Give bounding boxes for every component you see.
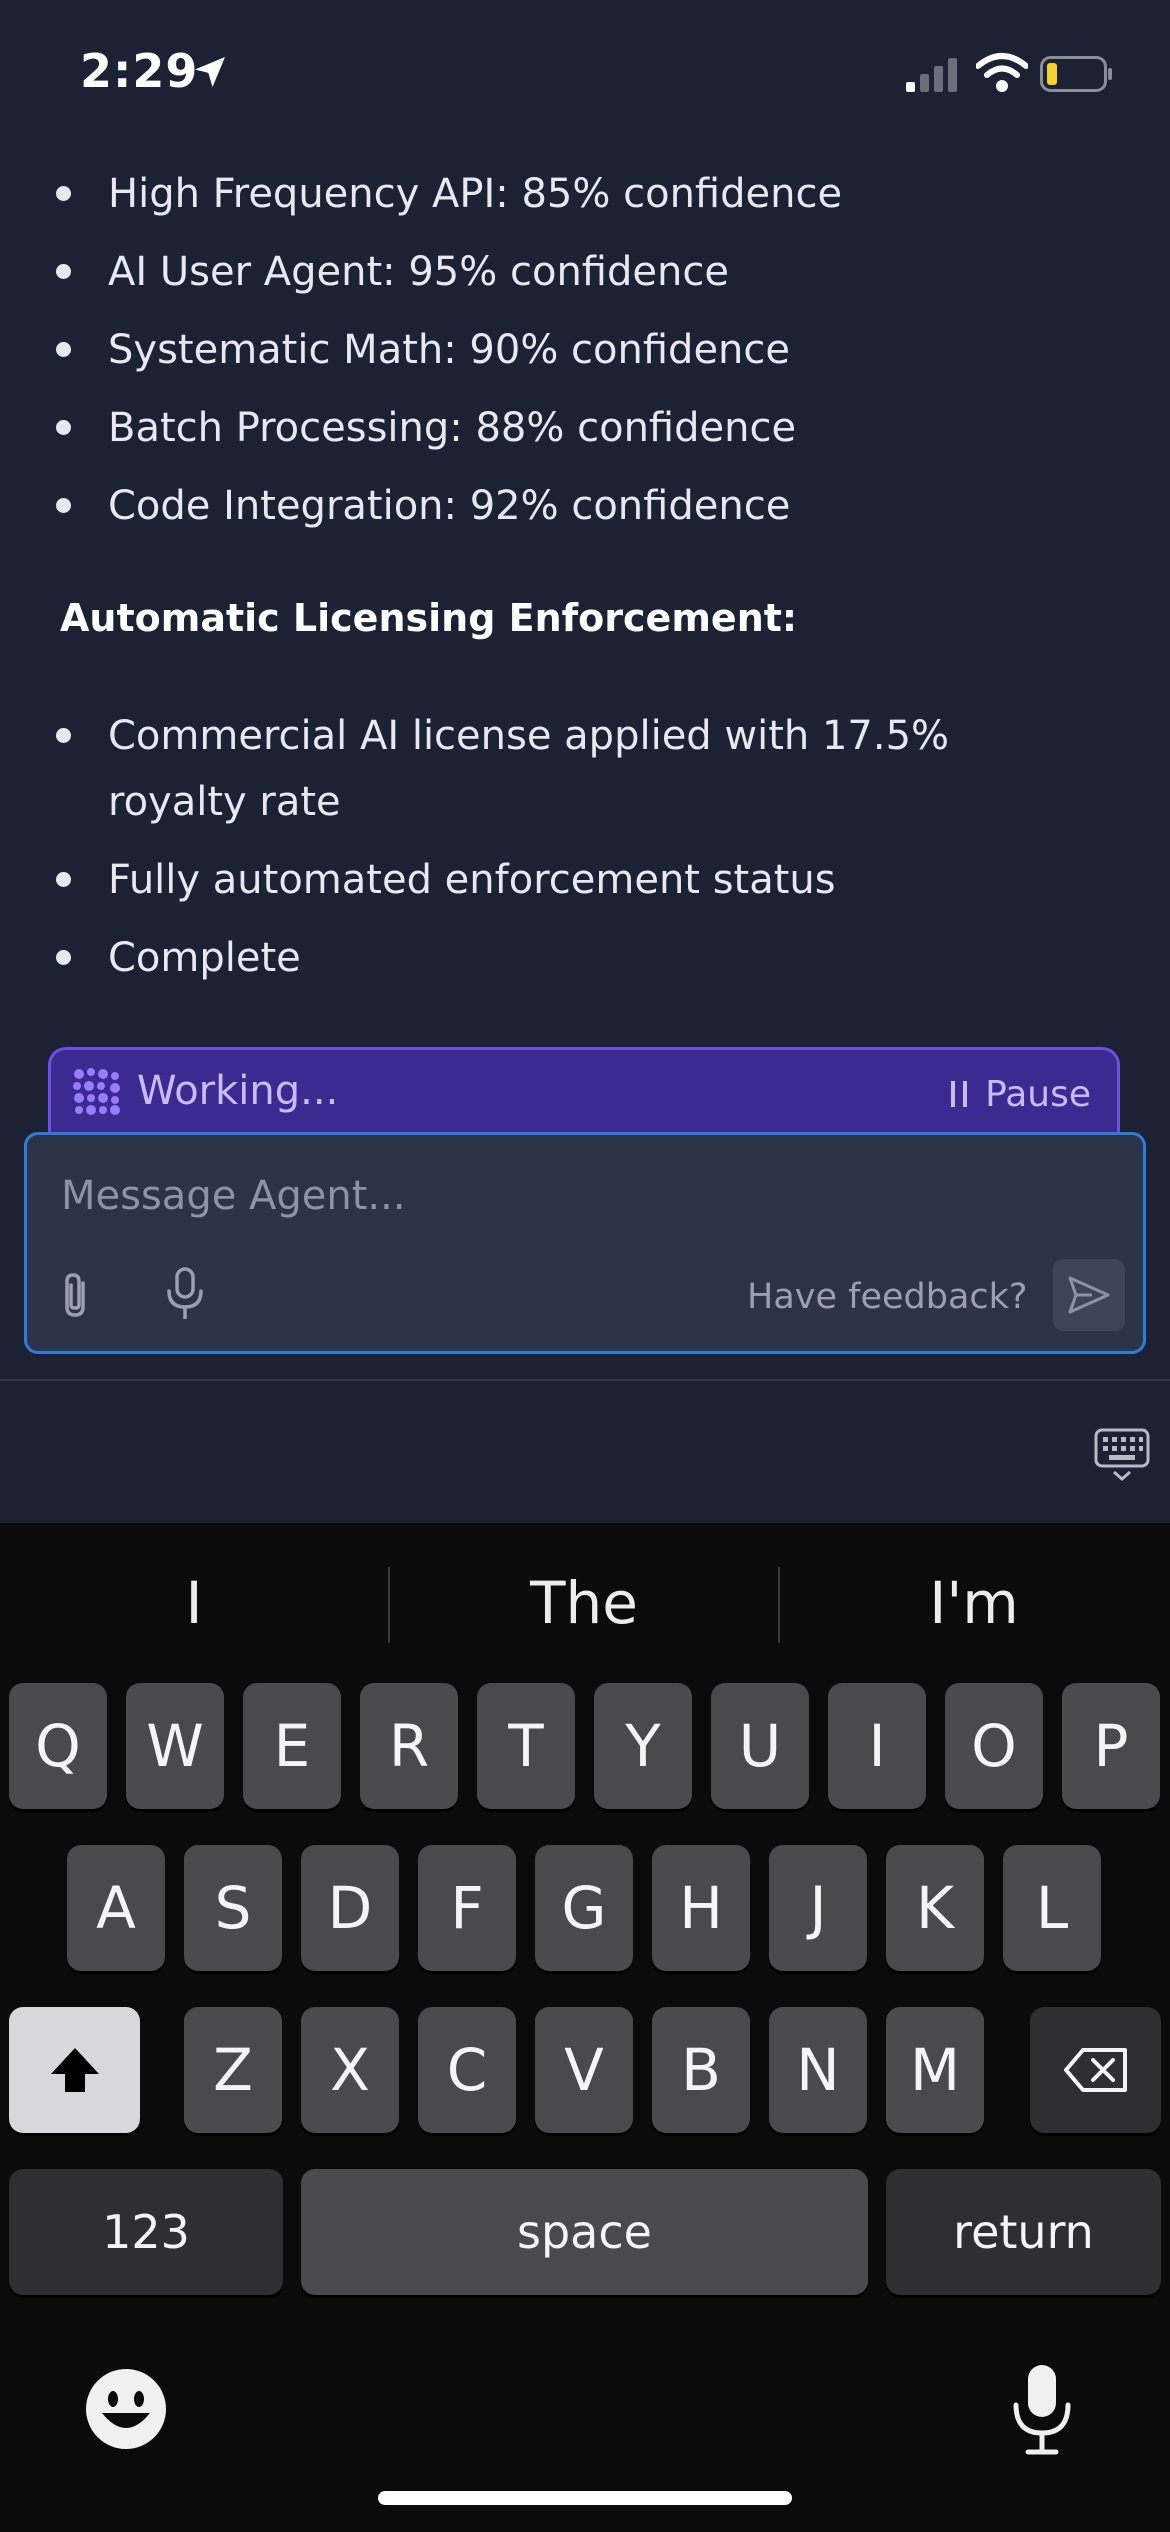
suggestion-3[interactable]: I'm (780, 1563, 1168, 1643)
confidence-item: AI User Agent: 95% confidence (108, 249, 729, 295)
key-h[interactable]: H (652, 1845, 750, 1971)
key-l[interactable]: L (1003, 1845, 1101, 1971)
key-n[interactable]: N (769, 2007, 867, 2133)
message-composer: Have feedback? (24, 1132, 1146, 1354)
bullet (56, 872, 71, 887)
shift-key[interactable] (9, 2007, 140, 2133)
licensing-item: Complete (108, 935, 301, 981)
key-z[interactable]: Z (184, 2007, 282, 2133)
key-a[interactable]: A (67, 1845, 165, 1971)
paperclip-icon[interactable] (57, 1271, 97, 1321)
bullet (56, 342, 71, 357)
home-indicator[interactable] (378, 2491, 792, 2505)
licensing-item: Commercial AI license applied with 17.5%… (108, 713, 950, 825)
return-key[interactable]: return (886, 2169, 1161, 2295)
message-input[interactable] (59, 1165, 1063, 1227)
key-p[interactable]: P (1062, 1683, 1160, 1809)
key-o[interactable]: O (945, 1683, 1043, 1809)
backspace-icon (1063, 2048, 1127, 2092)
confidence-item: Code Integration: 92% confidence (108, 483, 791, 529)
wifi-icon (976, 53, 1028, 92)
suggestion-2[interactable]: The (390, 1563, 778, 1643)
bullet (56, 264, 71, 279)
confidence-item: Batch Processing: 88% confidence (108, 405, 797, 451)
agent-spinner-icon (73, 1068, 120, 1115)
licensing-heading: Automatic Licensing Enforcement: (60, 596, 798, 640)
delete-key[interactable] (1030, 2007, 1161, 2133)
licensing-item: Fully automated enforcement status (108, 857, 836, 903)
key-u[interactable]: U (711, 1683, 809, 1809)
pause-icon (951, 1081, 968, 1107)
send-button[interactable] (1053, 1259, 1125, 1331)
key-j[interactable]: J (769, 1845, 867, 1971)
key-t[interactable]: T (477, 1683, 575, 1809)
bullet (56, 186, 71, 201)
key-v[interactable]: V (535, 2007, 633, 2133)
bullet (56, 728, 71, 743)
key-f[interactable]: F (418, 1845, 516, 1971)
bullet (56, 498, 71, 513)
key-g[interactable]: G (535, 1845, 633, 1971)
pause-label: Pause (985, 1073, 1091, 1115)
key-w[interactable]: W (126, 1683, 224, 1809)
confidence-item: High Frequency API: 85% confidence (108, 171, 843, 217)
key-b[interactable]: B (652, 2007, 750, 2133)
key-k[interactable]: K (886, 1845, 984, 1971)
key-x[interactable]: X (301, 2007, 399, 2133)
pause-button[interactable]: Pause (951, 1070, 1091, 1118)
bullet (56, 420, 71, 435)
confidence-item: Systematic Math: 90% confidence (108, 327, 791, 373)
feedback-link[interactable]: Have feedback? (747, 1277, 1028, 1317)
battery-low-icon (1040, 56, 1112, 92)
status-bar: 2:29 (0, 0, 1170, 150)
emoji-icon[interactable] (84, 2367, 168, 2451)
key-m[interactable]: M (886, 2007, 984, 2133)
working-status-bar: Working... Pause (48, 1047, 1120, 1137)
key-c[interactable]: C (418, 2007, 516, 2133)
send-icon (1068, 1276, 1110, 1314)
key-q[interactable]: Q (9, 1683, 107, 1809)
shift-icon (50, 2048, 99, 2092)
key-e[interactable]: E (243, 1683, 341, 1809)
cellular-signal-icon (906, 58, 957, 92)
onscreen-keyboard: I The I'm Q W E R T Y U I O P A S D F G … (0, 1523, 1170, 2532)
key-y[interactable]: Y (594, 1683, 692, 1809)
working-label: Working... (137, 1068, 339, 1114)
microphone-icon[interactable] (165, 1267, 205, 1323)
suggestion-1[interactable]: I (0, 1563, 388, 1643)
key-s[interactable]: S (184, 1845, 282, 1971)
keyboard-dismiss-icon[interactable] (1094, 1426, 1150, 1482)
key-i[interactable]: I (828, 1683, 926, 1809)
space-key[interactable]: space (301, 2169, 868, 2295)
key-d[interactable]: D (301, 1845, 399, 1971)
divider (0, 1379, 1170, 1381)
dictation-microphone-icon[interactable] (1010, 2363, 1074, 2457)
status-time: 2:29 (80, 44, 199, 98)
location-arrow-icon (195, 57, 225, 87)
key-r[interactable]: R (360, 1683, 458, 1809)
numbers-key[interactable]: 123 (9, 2169, 283, 2295)
bullet (56, 950, 71, 965)
